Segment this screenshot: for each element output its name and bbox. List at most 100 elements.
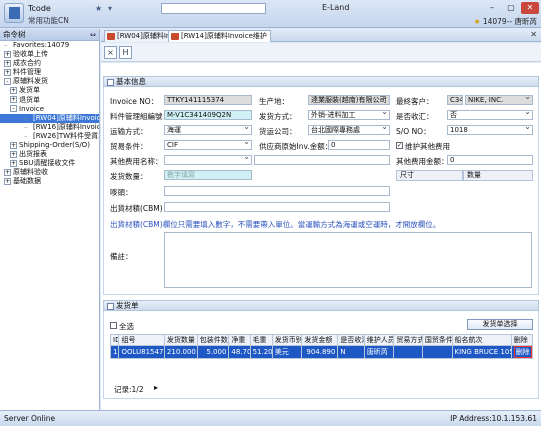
other-fee-name-select[interactable] — [164, 155, 252, 165]
save-button[interactable]: H — [119, 46, 132, 59]
column-header[interactable]: 船名航次 — [451, 334, 512, 346]
collapse-icon[interactable]: - — [4, 77, 11, 85]
select-shipping-button[interactable]: 发货单选择 — [467, 319, 533, 330]
cell-vessel: KING BRUCE 105S — [451, 345, 512, 359]
section-header-shipping[interactable]: 发货单 — [103, 300, 539, 311]
section-header-basic[interactable]: 基本信息 — [103, 76, 539, 87]
tree-item[interactable]: + SBU请醒接收文件 — [0, 159, 99, 168]
forwarder-select[interactable]: 台北國際專務處 — [308, 125, 390, 135]
delete-row-button[interactable]: 删除 — [513, 346, 532, 358]
expand-icon[interactable]: + — [4, 68, 11, 76]
column-header[interactable]: 组号 — [118, 334, 165, 346]
tree-item[interactable]: + 料件管理 — [0, 68, 99, 77]
close-tab-icon[interactable]: ✕ — [530, 30, 537, 39]
tree-item[interactable]: + 验收单上传 — [0, 50, 99, 59]
other-fee-name-label: 其他费用名称： — [110, 157, 163, 166]
tree-item[interactable]: + Shipping-Order(S/O) — [0, 141, 99, 150]
pager-next-icon[interactable]: ▸ — [154, 383, 158, 392]
select-all-label: 全选 — [119, 322, 134, 331]
column-header[interactable]: 贸易方式 — [393, 334, 423, 346]
tree-line-icon: – — [24, 113, 28, 122]
expand-icon[interactable]: + — [10, 159, 17, 167]
select-all-checkbox[interactable] — [110, 322, 117, 329]
so-no-select[interactable]: 1018 — [447, 125, 533, 135]
tcode-input[interactable] — [161, 3, 266, 14]
material-no-field[interactable]: M-V1C341409Q2N — [164, 110, 252, 120]
shipping-section: 全选 发货单选择 ID组号发货数量包装件数净重毛重发货币别发货金额是否收汇维护人… — [103, 311, 539, 399]
maintain-other-checkbox[interactable]: ✓ — [396, 142, 403, 149]
transport-select[interactable]: 海運 — [164, 125, 252, 135]
tree-item[interactable]: – [RW04]原辅料Invoice — [0, 113, 99, 123]
tree-item[interactable]: - 原辅料发货 — [0, 77, 99, 86]
other-fee-amount-label: 其他费用金额： — [396, 157, 449, 166]
column-header[interactable]: 毛重 — [249, 334, 273, 346]
tab-strip: [RW04]原辅料Invoice [RW14]原辅料Invoice维护 ✕ — [101, 29, 541, 42]
cell-currency: 美元 — [271, 345, 303, 359]
user-info: ★ 14079-- 唐昕芮 — [474, 16, 537, 27]
table-empty-row — [111, 359, 533, 381]
memo-field[interactable] — [164, 186, 390, 196]
tree-item[interactable]: –[RW16]原辅料Invoice查询 — [0, 123, 99, 132]
expand-icon[interactable]: + — [10, 86, 17, 94]
cell-qty: 210.000 — [163, 345, 198, 359]
tree-item[interactable]: + 成衣合约 — [0, 59, 99, 68]
expand-icon[interactable]: + — [4, 177, 11, 185]
column-header[interactable]: 是否收汇 — [337, 334, 365, 346]
column-header[interactable]: 净重 — [228, 334, 251, 346]
ship-method-select[interactable]: 外销-进料加工 — [308, 110, 390, 120]
cbm-field[interactable] — [164, 202, 390, 212]
supplier-inv-field[interactable]: 0 — [328, 140, 390, 150]
ship-qty-field[interactable]: 數字填寫 — [164, 170, 252, 180]
maximize-button[interactable]: ▢ — [502, 2, 520, 14]
tree-item[interactable]: + 基础数据 — [0, 177, 99, 186]
expand-icon[interactable]: + — [4, 50, 11, 58]
tree-item-label: 原辅料发货 — [13, 77, 48, 86]
is-received-select[interactable]: 否 — [447, 110, 533, 120]
tree-item[interactable]: –[RW26]TW料件受貨單檢 — [0, 132, 99, 141]
column-header[interactable]: 发货币别 — [271, 334, 303, 346]
cell-delete[interactable]: 删除 — [510, 345, 534, 359]
final-customer-label: 最終客户： — [396, 97, 434, 106]
other-fee-amount-field[interactable]: 0 — [447, 155, 533, 165]
column-header[interactable]: 发货数量 — [163, 334, 198, 346]
minimize-button[interactable]: – — [483, 2, 501, 14]
dropdown-arrow-icon[interactable]: ▾ — [108, 4, 112, 13]
tree-item[interactable]: + 发货单 — [0, 86, 99, 95]
remark-textarea[interactable] — [164, 232, 532, 288]
tab-rw14[interactable]: [RW14]原辅料Invoice维护 — [168, 30, 271, 42]
shipping-table: ID组号发货数量包装件数净重毛重发货币别发货金额是否收汇维护人员贸易方式国贸条件… — [109, 334, 534, 381]
close-button[interactable]: ✕ — [521, 2, 539, 14]
tab-label: [RW14]原辅料Invoice维护 — [181, 32, 267, 40]
trade-terms-select[interactable]: CIF — [164, 140, 252, 150]
tree-item-label: 发货单 — [19, 86, 40, 95]
pager: 记录:1/2 — [114, 385, 144, 394]
star-icon[interactable]: ★ — [95, 4, 102, 13]
expand-icon[interactable]: + — [4, 168, 11, 176]
table-row[interactable]: 18OOLU8154714210.0005.00048.70051.200美元9… — [109, 345, 534, 359]
collapse-icon[interactable]: - — [10, 105, 17, 113]
final-customer-select[interactable]: NIKE, INC. — [465, 95, 533, 105]
tree-item[interactable]: + 退货单 — [0, 96, 99, 105]
column-header[interactable]: 删除 — [510, 334, 534, 346]
delete-button[interactable]: × — [104, 46, 117, 59]
expand-icon[interactable]: + — [4, 59, 11, 67]
trade-terms-label: 贸易条件： — [110, 142, 148, 151]
column-header[interactable]: 国贸条件 — [421, 334, 453, 346]
other-fee-detail-field[interactable] — [254, 155, 390, 165]
column-header[interactable]: ID — [109, 334, 120, 346]
tree-item[interactable]: - Invoice — [0, 105, 99, 114]
factory-select[interactable]: 達業服裝(越南)有限公司 — [308, 95, 390, 105]
column-header[interactable]: 维护人员 — [363, 334, 395, 346]
pin-icon[interactable]: ⇔ — [90, 29, 96, 41]
expand-icon[interactable]: + — [10, 141, 17, 149]
tree-item[interactable]: + 出货报表 — [0, 150, 99, 159]
tree-item-label: [RW16]原辅料Invoice查询 — [33, 122, 99, 131]
expand-icon[interactable]: + — [10, 96, 17, 104]
cell-terms — [421, 345, 453, 359]
basic-info-section: Invoice NO： TTKY141115374 生产地： 達業服裝(越南)有… — [103, 87, 539, 295]
column-header[interactable]: 发货金额 — [301, 334, 339, 346]
expand-icon[interactable]: + — [10, 150, 17, 158]
tree-item[interactable]: + 原辅料验收 — [0, 168, 99, 177]
tree-item[interactable]: – Favorites:14079 — [0, 41, 99, 50]
column-header[interactable]: 包装件数 — [196, 334, 230, 346]
